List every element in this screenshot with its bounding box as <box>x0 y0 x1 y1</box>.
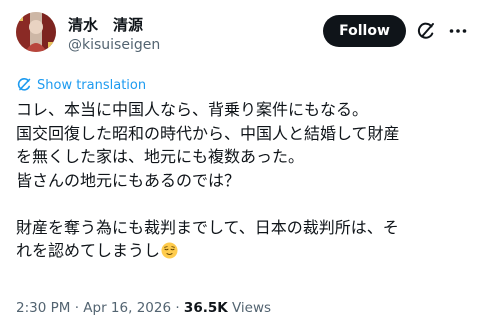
author-handle[interactable]: @kisuiseigen <box>68 37 160 53</box>
show-translation-button[interactable]: Show translation <box>16 77 146 93</box>
tweet-line-text: れを認めてしまうし <box>16 241 161 260</box>
tweet-line: 国交回復した昭和の時代から、中国人と結婚して財産 <box>16 123 400 143</box>
tweet-line: コレ、本当に中国人なら、背乗り案件にもなる。 <box>16 100 369 119</box>
tweet-meta: 2:30 PM · Apr 16, 2026 · 36.5K Views <box>16 300 271 316</box>
meta-separator: · <box>171 300 184 316</box>
author-display-name[interactable]: 清水 清源 <box>68 14 143 35</box>
relieved-face-icon <box>161 242 178 259</box>
tweet-date[interactable]: Apr 16, 2026 <box>83 300 171 316</box>
tweet-line: を無くした家は、地元にも複数あった。 <box>16 147 305 166</box>
tweet-time[interactable]: 2:30 PM <box>16 300 70 316</box>
translate-icon <box>16 77 32 93</box>
avatar[interactable] <box>16 12 56 52</box>
views-label: Views <box>227 300 272 316</box>
meta-separator: · <box>70 300 84 316</box>
grok-icon[interactable] <box>414 19 438 43</box>
views-count: 36.5K <box>183 300 228 316</box>
more-options-icon[interactable] <box>446 19 470 43</box>
show-translation-label: Show translation <box>37 77 147 93</box>
tweet-text: コレ、本当に中国人なら、背乗り案件にもなる。 国交回復した昭和の時代から、中国人… <box>16 98 468 263</box>
tweet-line: 皆さんの地元にもあるのでは？ <box>16 170 241 190</box>
tweet-last-line: れを認めてしまうし <box>16 239 468 263</box>
follow-button[interactable]: Follow <box>323 15 406 47</box>
tweet-line: 財産を奪う為にも裁判までして、日本の裁判所は、そ <box>16 217 399 237</box>
